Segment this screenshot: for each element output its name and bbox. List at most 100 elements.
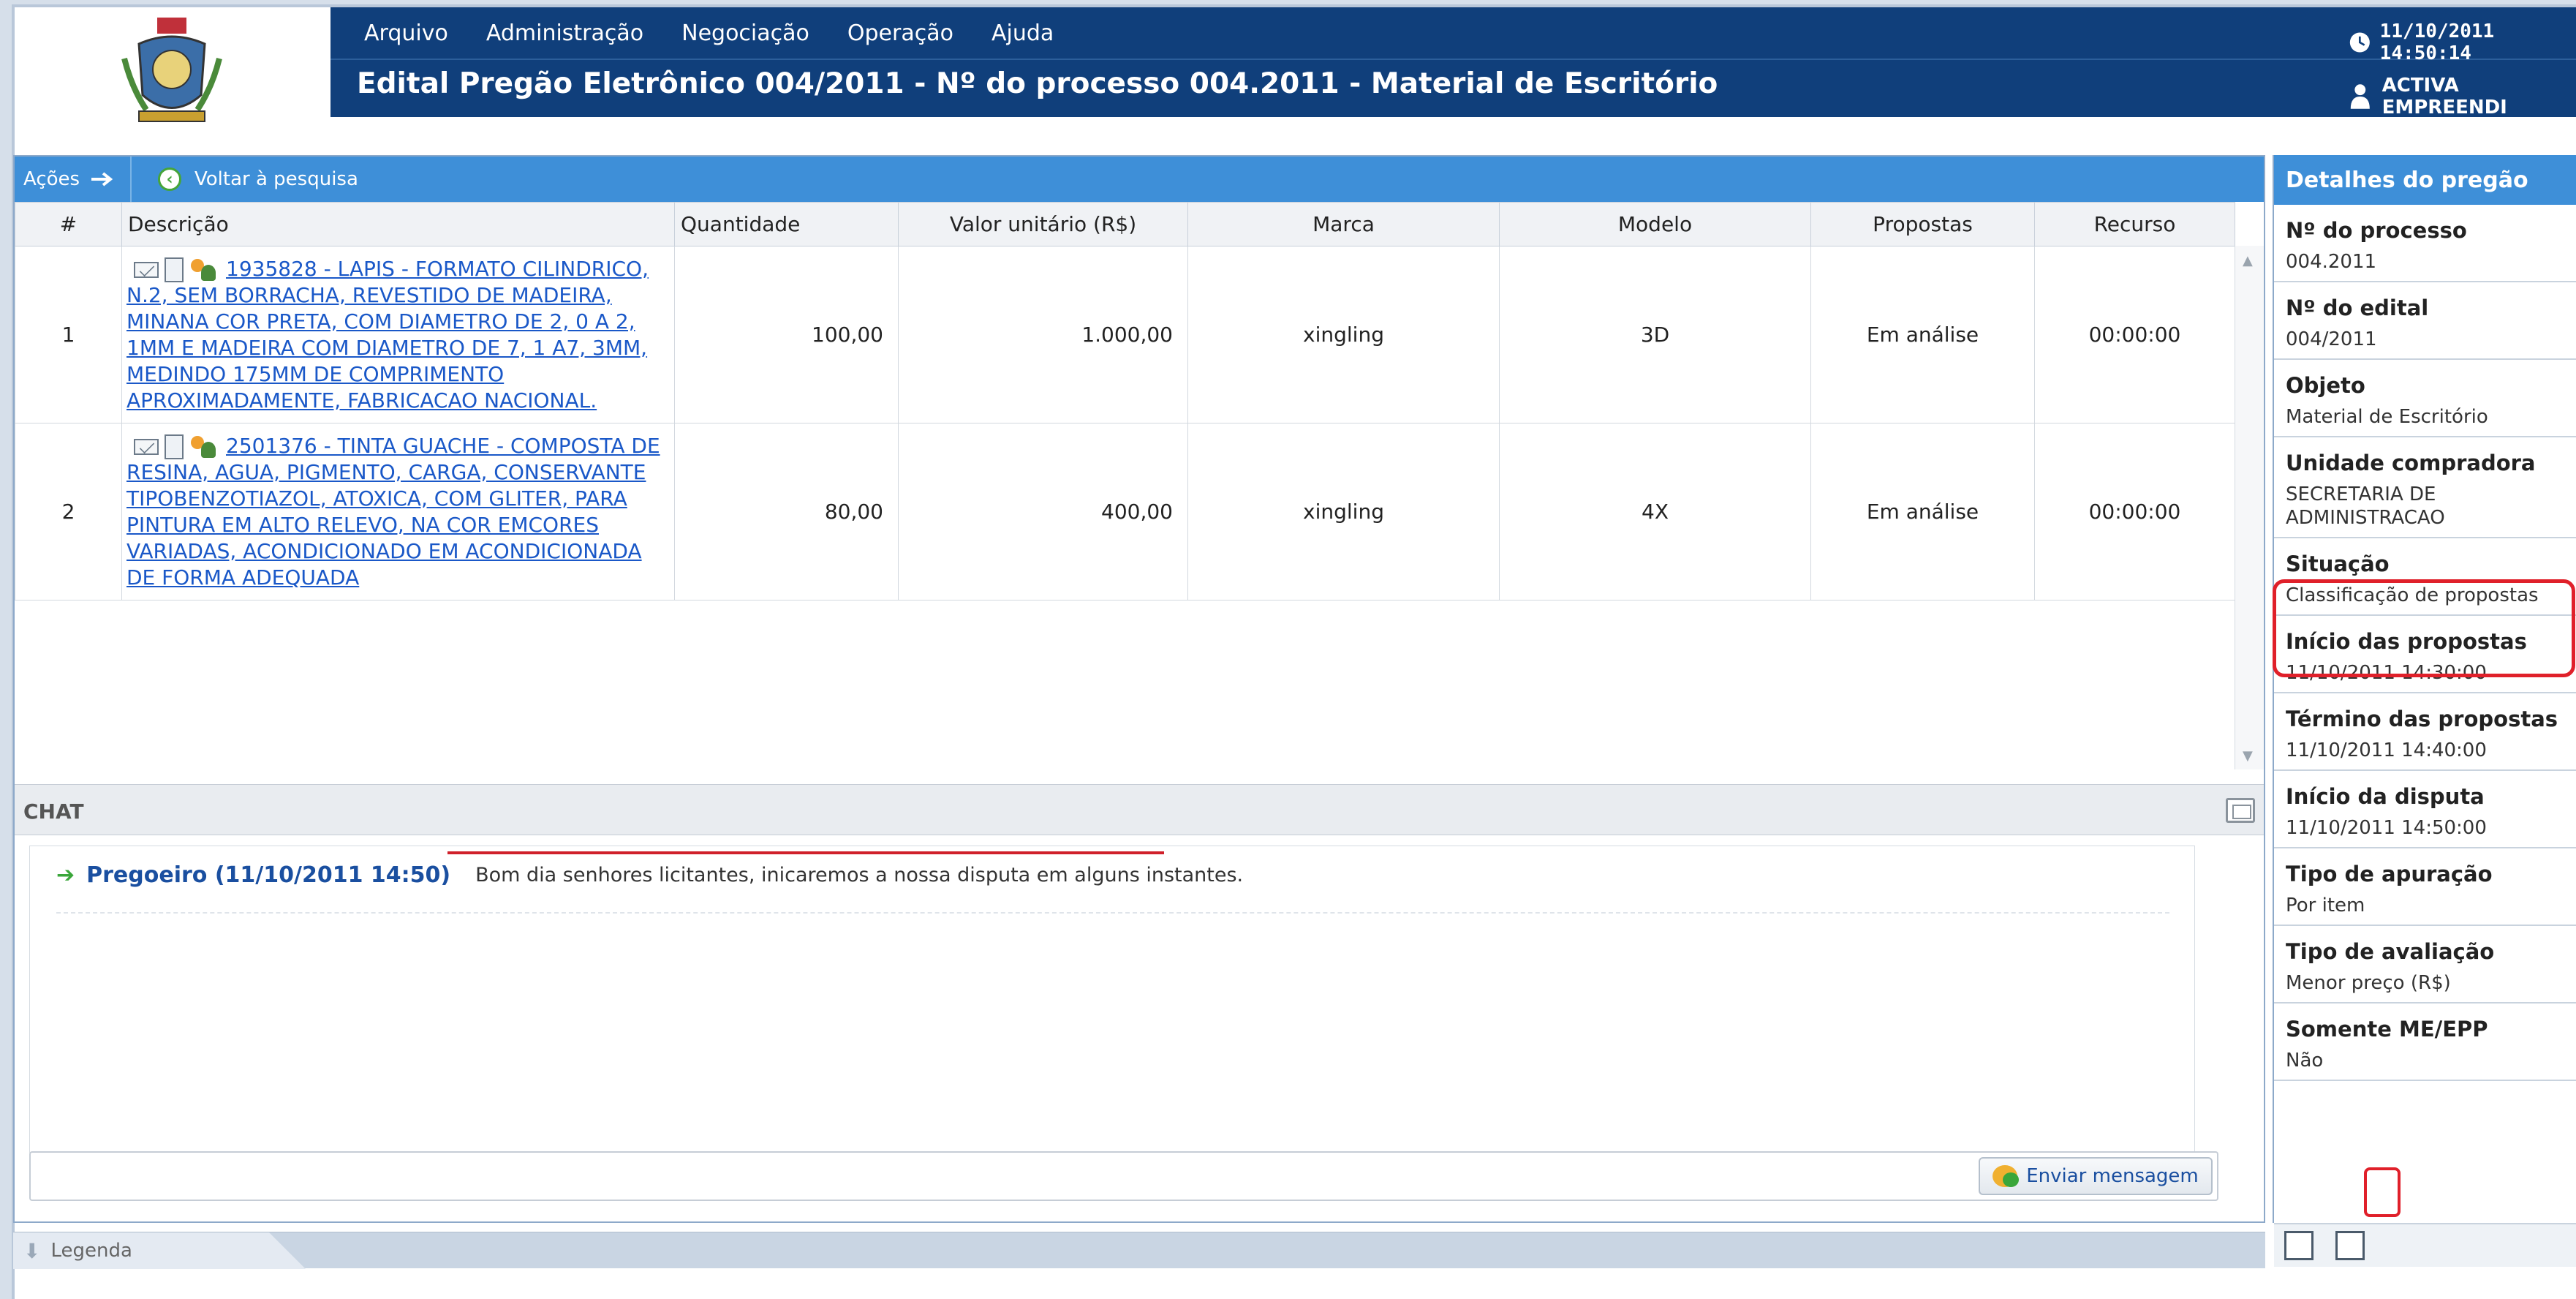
menu-bar: Arquivo Administração Negociação Operaçã…	[331, 7, 2576, 59]
chat-message: ➔ Pregoeiro (11/10/2011 14:50) Bom dia s…	[56, 862, 1243, 888]
details-panel: Detalhes do pregão Nº do processo 004.20…	[2273, 155, 2576, 1267]
mail-icon[interactable]	[134, 438, 159, 455]
detail-buying-unit: Unidade compradora SECRETARIA DE ADMINIS…	[2274, 437, 2576, 538]
detail-value: Menor preço (R$)	[2286, 972, 2451, 994]
row-appeal-time: 00:00:00	[2034, 423, 2235, 600]
actions-label: Ações	[23, 168, 80, 190]
document-icon[interactable]	[165, 434, 184, 459]
annotation-underline	[447, 851, 1164, 854]
top-header: Arquivo Administração Negociação Operaçã…	[331, 7, 2576, 118]
scroll-down-icon[interactable]: ▼	[2243, 748, 2253, 764]
detail-label: Tipo de avaliação	[2286, 939, 2495, 964]
user-name: ACTIVA EMPREENDI	[2382, 75, 2507, 118]
document-icon[interactable]	[165, 257, 184, 282]
datetime-display: 11/10/2011 14:50:14	[2349, 20, 2576, 64]
actions-button[interactable]: Ações	[15, 157, 132, 202]
detail-proposals-end: Término das propostas 11/10/2011 14:40:0…	[2274, 693, 2576, 771]
legend-label: Legenda	[50, 1240, 132, 1262]
scroll-up-icon[interactable]: ▲	[2243, 253, 2253, 268]
edit-icon[interactable]	[2284, 1231, 2314, 1260]
row-quantity: 80,00	[674, 423, 899, 600]
legend-bar: ⬇ Legenda	[13, 1232, 2265, 1269]
items-toolbar: Ações ‹ Voltar à pesquisa	[15, 157, 2264, 202]
detail-label: Objeto	[2286, 373, 2365, 398]
chat-header: CHAT	[15, 784, 2264, 835]
table-header-row: # Descrição Quantidade Valor unitário (R…	[15, 202, 2235, 246]
chat-title: CHAT	[23, 799, 84, 824]
menu-administracao[interactable]: Administração	[486, 20, 643, 46]
row-unit-value: 400,00	[898, 423, 1188, 600]
clock-icon	[2349, 32, 2370, 53]
chat-window-icon[interactable]	[2226, 798, 2255, 823]
col-header-recurso[interactable]: Recurso	[2034, 202, 2235, 246]
col-header-marca[interactable]: Marca	[1187, 202, 1500, 246]
row-model: 3D	[1499, 246, 1811, 423]
calculator-icon[interactable]	[2335, 1231, 2365, 1260]
detail-process-number: Nº do processo 004.2011	[2274, 205, 2576, 282]
chat-input-row: Enviar mensagem	[29, 1151, 2218, 1201]
row-model: 4X	[1499, 423, 1811, 600]
users-icon[interactable]	[189, 434, 219, 459]
col-header-quantidade[interactable]: Quantidade	[674, 202, 899, 246]
logo	[15, 7, 329, 139]
chat-message-input[interactable]	[35, 1157, 1980, 1195]
items-table: # Descrição Quantidade Valor unitário (R…	[15, 202, 2235, 600]
table-row[interactable]: 1 1935828 - LAPIS - FORMATO CILINDRICO, …	[15, 246, 2235, 423]
back-to-search-button[interactable]: ‹ Voltar à pesquisa	[132, 167, 358, 191]
back-arrow-icon: ‹	[158, 167, 181, 191]
chat-messages: ➔ Pregoeiro (11/10/2011 14:50) Bom dia s…	[29, 846, 2195, 1153]
detail-label: Unidade compradora	[2286, 451, 2536, 475]
arrow-right-icon	[91, 172, 113, 187]
menu-arquivo[interactable]: Arquivo	[364, 20, 448, 46]
detail-label: Nº do processo	[2286, 218, 2467, 243]
menu-negociacao[interactable]: Negociação	[681, 20, 809, 46]
annotation-box-situation	[2273, 579, 2575, 677]
col-header-propostas[interactable]: Propostas	[1810, 202, 2035, 246]
detail-label: Somente ME/EPP	[2286, 1017, 2488, 1042]
detail-value: Por item	[2286, 895, 2365, 916]
datetime-text: 11/10/2011 14:50:14	[2379, 20, 2495, 64]
col-header-valor[interactable]: Valor unitário (R$)	[898, 202, 1188, 246]
send-message-label: Enviar mensagem	[2026, 1165, 2199, 1187]
row-description-cell: 1935828 - LAPIS - FORMATO CILINDRICO, N.…	[121, 246, 675, 423]
detail-label: Início da disputa	[2286, 784, 2485, 809]
detail-assessment-type: Tipo de apuração Por item	[2274, 848, 2576, 926]
message-sender: Pregoeiro (11/10/2011 14:50)	[86, 862, 451, 888]
send-message-button[interactable]: Enviar mensagem	[1979, 1157, 2213, 1195]
mail-icon[interactable]	[134, 261, 159, 278]
row-proposals-status: Em análise	[1810, 423, 2035, 600]
message-text: Bom dia senhores licitantes, inicaremos …	[475, 864, 1244, 886]
annotation-box-me-epp	[2364, 1167, 2401, 1217]
row-unit-value: 1.000,00	[898, 246, 1188, 423]
message-arrow-icon: ➔	[56, 862, 75, 888]
details-footer	[2274, 1223, 2576, 1267]
col-header-modelo[interactable]: Modelo	[1499, 202, 1811, 246]
chat-bubble-icon	[1993, 1165, 2020, 1187]
detail-value: Não	[2286, 1050, 2324, 1072]
detail-value: 11/10/2011 14:40:00	[2286, 739, 2487, 761]
menu-operacao[interactable]: Operação	[847, 20, 953, 46]
row-brand: xingling	[1187, 423, 1500, 600]
detail-value: 004.2011	[2286, 251, 2377, 273]
detail-evaluation-type: Tipo de avaliação Menor preço (R$)	[2274, 926, 2576, 1004]
detail-value: Material de Escritório	[2286, 406, 2488, 428]
table-row[interactable]: 2 2501376 - TINTA GUACHE - COMPOSTA DE R…	[15, 423, 2235, 600]
detail-edital-number: Nº do edital 004/2011	[2274, 282, 2576, 360]
detail-value: 004/2011	[2286, 328, 2377, 350]
row-number: 1	[15, 246, 122, 423]
table-scrollbar[interactable]: ▲ ▼	[2235, 246, 2264, 769]
users-icon[interactable]	[189, 257, 219, 282]
row-appeal-time: 00:00:00	[2034, 246, 2235, 423]
menu-ajuda[interactable]: Ajuda	[992, 20, 1054, 46]
col-header-descricao[interactable]: Descrição	[121, 202, 675, 246]
col-header-num[interactable]: #	[15, 202, 122, 246]
legend-tab[interactable]: ⬇ Legenda	[13, 1232, 306, 1269]
row-quantity: 100,00	[674, 246, 899, 423]
row-icons	[134, 434, 219, 459]
detail-object: Objeto Material de Escritório	[2274, 360, 2576, 437]
detail-dispute-start: Início da disputa 11/10/2011 14:50:00	[2274, 771, 2576, 848]
detail-label: Nº do edital	[2286, 295, 2429, 320]
arrow-down-icon: ⬇	[23, 1238, 41, 1263]
detail-me-epp-only: Somente ME/EPP Não	[2274, 1004, 2576, 1081]
row-proposals-status: Em análise	[1810, 246, 2035, 423]
